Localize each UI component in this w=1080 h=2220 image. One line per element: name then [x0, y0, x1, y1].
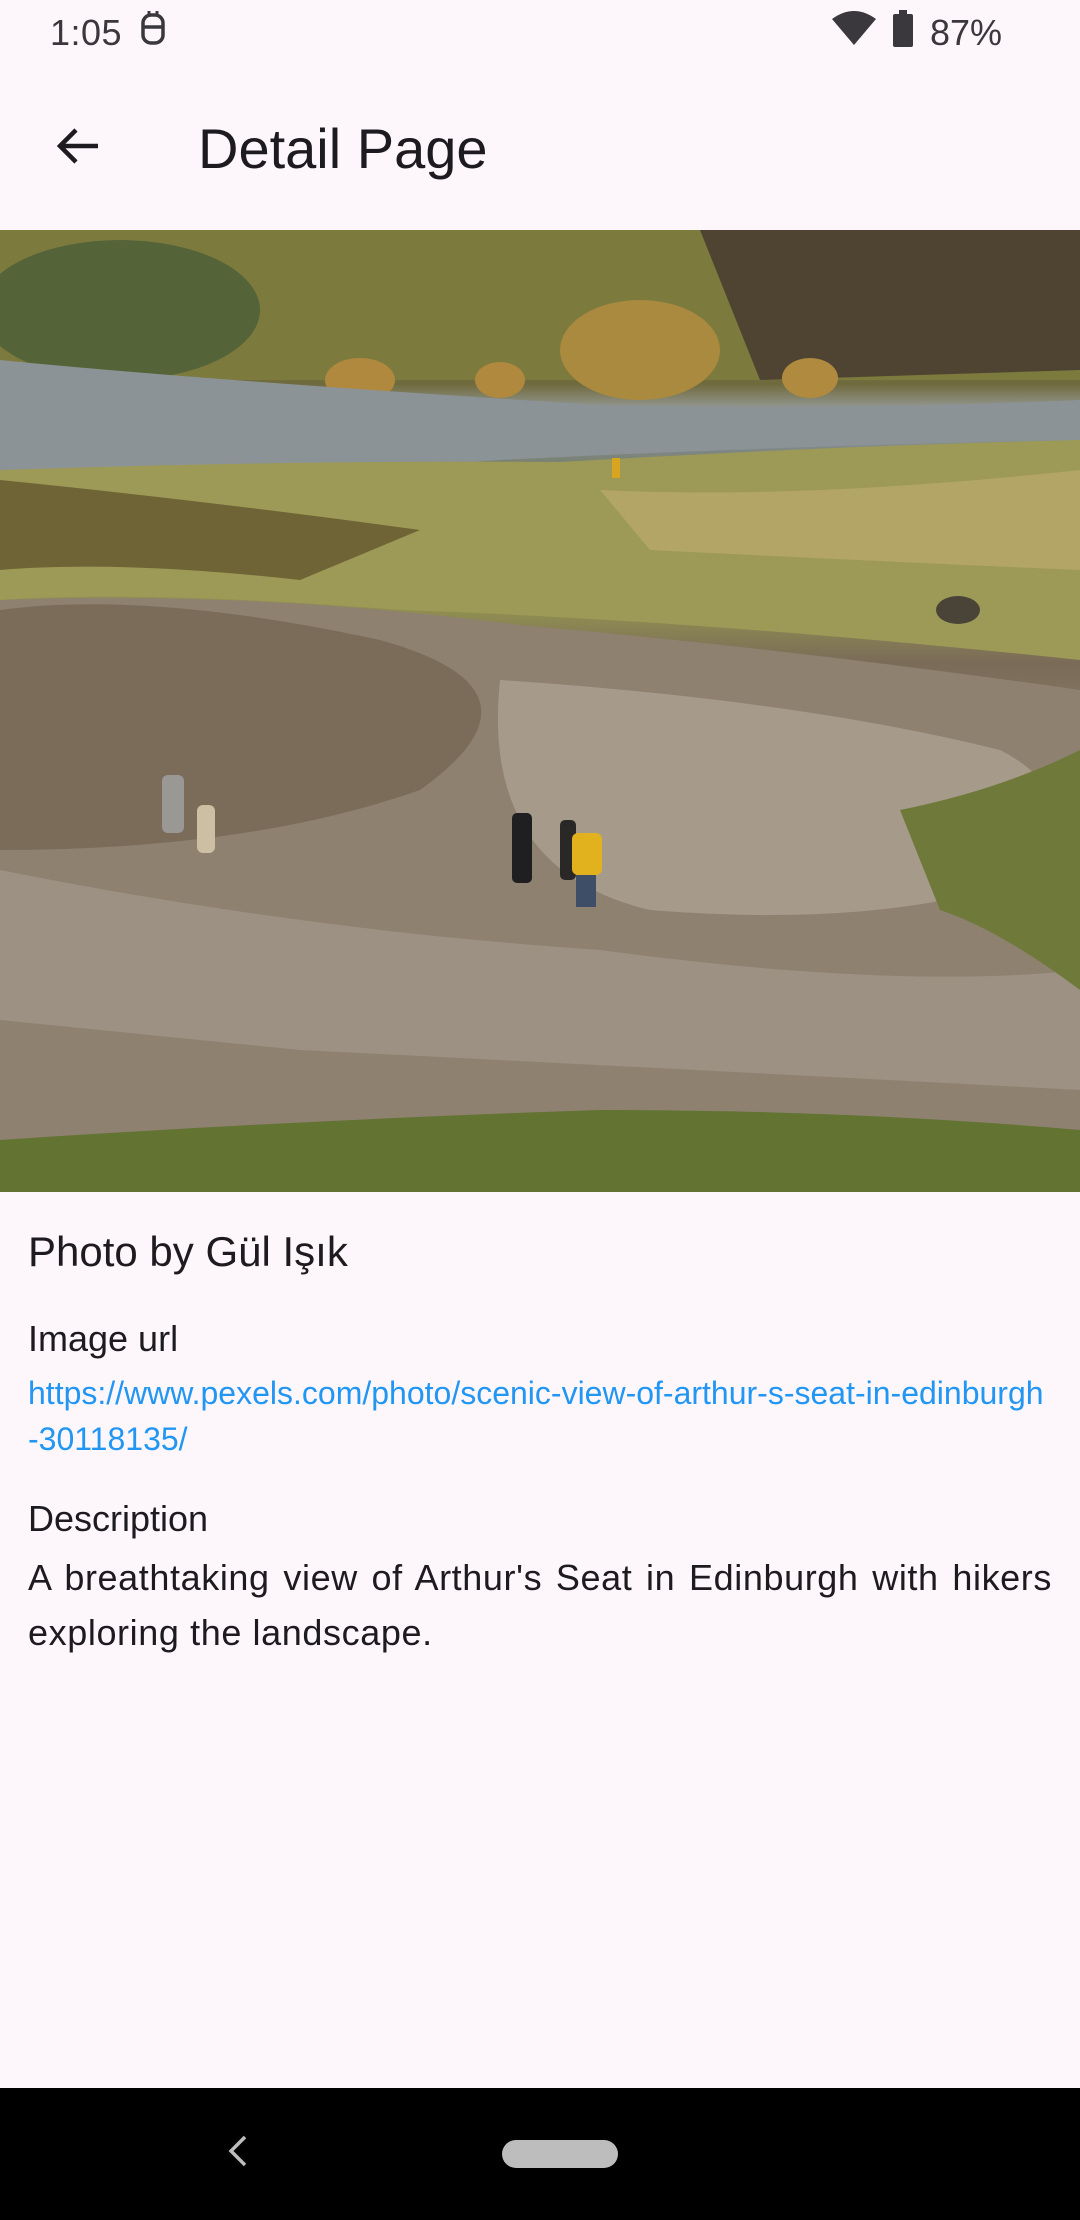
- status-bar: 1:05 87%: [0, 0, 1080, 66]
- system-nav-bar: [0, 2088, 1080, 2220]
- status-right: 87%: [831, 9, 1002, 57]
- chevron-left-icon: [227, 2134, 249, 2173]
- status-left: 1:05: [50, 10, 168, 56]
- app-bar: Detail Page: [0, 66, 1080, 230]
- nav-back-button[interactable]: [218, 2128, 258, 2178]
- home-pill-icon[interactable]: [502, 2140, 618, 2168]
- back-button[interactable]: [28, 98, 128, 198]
- description-label: Description: [28, 1498, 209, 1539]
- image-url-link[interactable]: https://www.pexels.com/photo/scenic-view…: [28, 1370, 1052, 1462]
- description-text: A breathtaking view of Arthur's Seat in …: [28, 1557, 1052, 1653]
- photographer-credit: Photo by Gül Işık: [28, 1228, 348, 1275]
- image-url-label: Image url: [28, 1318, 179, 1359]
- notification-app-icon: [138, 10, 168, 56]
- detail-screen: 1:05 87% Detail Page Photo by Gül Işık I…: [0, 0, 1080, 2220]
- page-title: Detail Page: [198, 116, 488, 180]
- status-time: 1:05: [50, 12, 123, 53]
- detail-photo: [0, 230, 1080, 1192]
- photo-details: Photo by Gül Işık Image url https://www.…: [0, 1192, 1080, 1660]
- battery-icon: [892, 9, 914, 57]
- wifi-icon: [831, 10, 876, 56]
- arrow-left-icon: [54, 122, 102, 175]
- battery-percent: 87%: [929, 12, 1002, 53]
